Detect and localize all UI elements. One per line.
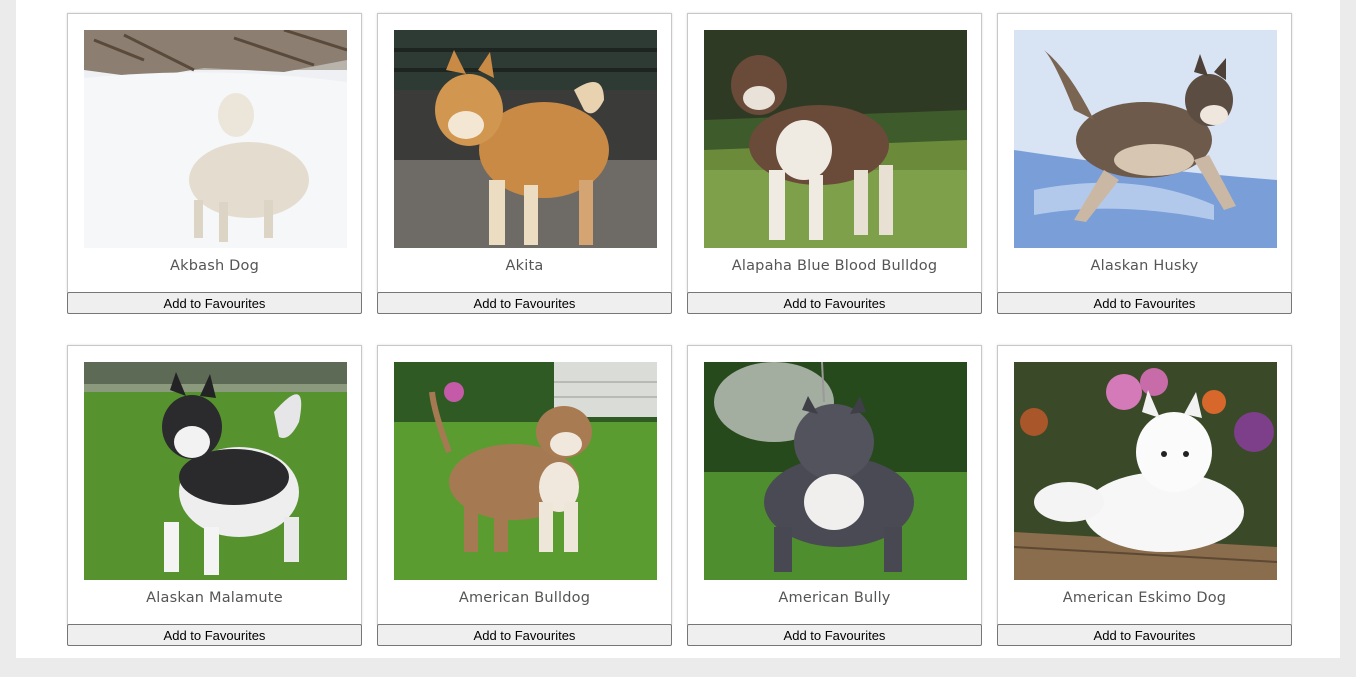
- add-to-favourites-button[interactable]: Add to Favourites: [67, 624, 362, 646]
- page-background: Akbash Dog Add to Favourites Akita Add t…: [16, 0, 1340, 658]
- breed-name: Akita: [505, 258, 544, 274]
- breed-card[interactable]: American Bully: [687, 345, 982, 625]
- breed-photo: [394, 362, 657, 580]
- breed-photo: [704, 362, 967, 580]
- breed-name: American Bulldog: [458, 590, 591, 606]
- breed-tile: Alaskan Malamute Add to Favourites: [67, 345, 362, 647]
- breed-tile: Alaskan Husky Add to Favourites: [997, 13, 1292, 315]
- breed-name: Alapaha Blue Blood Bulldog: [731, 258, 938, 274]
- bulldog-on-lawn-image: [394, 362, 657, 580]
- malamute-on-lawn-image: [84, 362, 347, 580]
- breed-name: American Bully: [778, 590, 891, 606]
- white-spitz-on-deck-image: [1014, 362, 1277, 580]
- grey-bully-on-grass-image: [704, 362, 967, 580]
- breed-photo: [1014, 30, 1277, 248]
- breed-photo: [704, 30, 967, 248]
- add-to-favourites-button[interactable]: Add to Favourites: [377, 624, 672, 646]
- white-dog-in-snow-image: [84, 30, 347, 248]
- brown-white-bulldog-on-grass-image: [704, 30, 967, 248]
- breed-card[interactable]: Akbash Dog: [67, 13, 362, 293]
- breed-card[interactable]: Akita: [377, 13, 672, 293]
- breed-tile: Akita Add to Favourites: [377, 13, 672, 315]
- breed-grid: Akbash Dog Add to Favourites Akita Add t…: [67, 13, 1293, 677]
- breed-card[interactable]: Alaskan Malamute: [67, 345, 362, 625]
- akita-dog-image: [394, 30, 657, 248]
- breed-photo: [84, 30, 347, 248]
- breed-card[interactable]: American Bulldog: [377, 345, 672, 625]
- breed-name: Akbash Dog: [170, 258, 259, 274]
- breed-name: Alaskan Husky: [1090, 258, 1199, 274]
- breed-photo: [1014, 362, 1277, 580]
- add-to-favourites-button[interactable]: Add to Favourites: [687, 292, 982, 314]
- breed-card[interactable]: Alapaha Blue Blood Bulldog: [687, 13, 982, 293]
- breed-card[interactable]: Alaskan Husky: [997, 13, 1292, 293]
- breed-tile: Akbash Dog Add to Favourites: [67, 13, 362, 315]
- add-to-favourites-button[interactable]: Add to Favourites: [67, 292, 362, 314]
- breed-tile: Alapaha Blue Blood Bulldog Add to Favour…: [687, 13, 982, 315]
- breed-photo: [394, 30, 657, 248]
- breed-tile: American Eskimo Dog Add to Favourites: [997, 345, 1292, 647]
- breed-tile: American Bulldog Add to Favourites: [377, 345, 672, 647]
- breed-row: Akbash Dog Add to Favourites Akita Add t…: [67, 13, 1293, 315]
- add-to-favourites-button[interactable]: Add to Favourites: [997, 624, 1292, 646]
- breed-photo: [84, 362, 347, 580]
- breed-card[interactable]: American Eskimo Dog: [997, 345, 1292, 625]
- husky-running-in-snow-image: [1014, 30, 1277, 248]
- add-to-favourites-button[interactable]: Add to Favourites: [377, 292, 672, 314]
- breed-tile: American Bully Add to Favourites: [687, 345, 982, 647]
- add-to-favourites-button[interactable]: Add to Favourites: [687, 624, 982, 646]
- breed-name: American Eskimo Dog: [1062, 590, 1227, 606]
- breed-row: Alaskan Malamute Add to Favourites Ameri…: [67, 345, 1293, 647]
- breed-name: Alaskan Malamute: [146, 590, 283, 606]
- add-to-favourites-button[interactable]: Add to Favourites: [997, 292, 1292, 314]
